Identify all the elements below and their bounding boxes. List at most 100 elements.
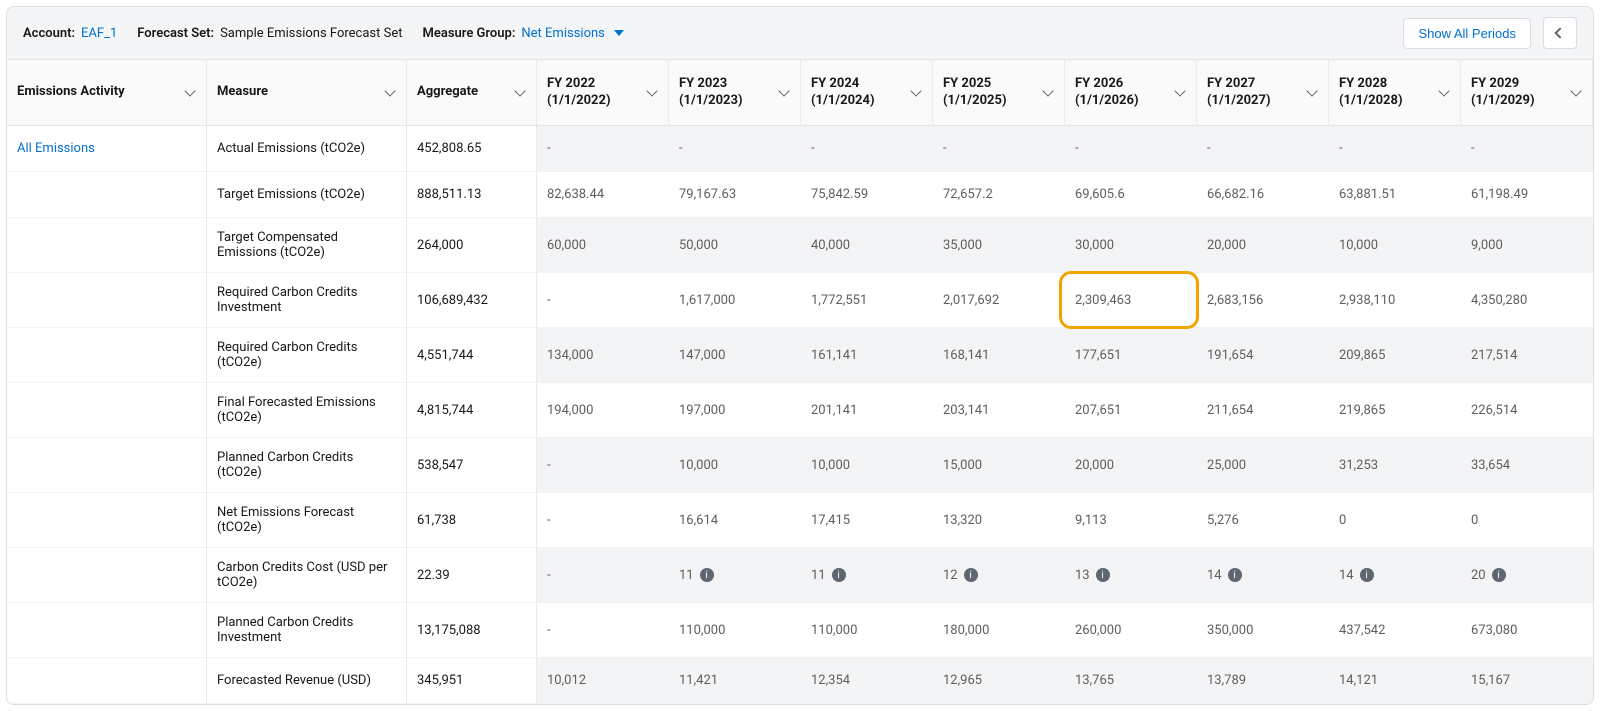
data-cell[interactable]: 161,141 <box>801 328 933 383</box>
data-cell[interactable]: - <box>933 126 1065 172</box>
data-cell[interactable]: - <box>1197 126 1329 172</box>
header-aggregate[interactable]: Aggregate <box>407 60 537 126</box>
data-cell[interactable]: 66,682.16 <box>1197 172 1329 218</box>
data-cell[interactable]: 50,000 <box>669 218 801 273</box>
data-cell[interactable]: 12i <box>933 548 1065 603</box>
data-cell[interactable]: 350,000 <box>1197 603 1329 658</box>
data-cell[interactable]: 14i <box>1197 548 1329 603</box>
data-cell[interactable]: 79,167.63 <box>669 172 801 218</box>
header-period-5[interactable]: FY 2027 (1/1/2027) <box>1197 60 1329 126</box>
data-cell[interactable]: 5,276 <box>1197 493 1329 548</box>
data-cell[interactable]: 17,415 <box>801 493 933 548</box>
data-cell[interactable]: 31,253 <box>1329 438 1461 493</box>
data-cell[interactable]: - <box>537 126 669 172</box>
chevron-down-icon[interactable] <box>1306 85 1317 96</box>
data-cell[interactable]: 191,654 <box>1197 328 1329 383</box>
data-cell[interactable]: 177,651 <box>1065 328 1197 383</box>
info-icon[interactable]: i <box>700 568 714 582</box>
data-cell[interactable]: 11,421 <box>669 658 801 704</box>
data-cell[interactable]: 14,121 <box>1329 658 1461 704</box>
header-period-7[interactable]: FY 2029 (1/1/2029) <box>1461 60 1593 126</box>
data-cell[interactable]: 2,938,110 <box>1329 273 1461 328</box>
data-cell[interactable]: 13,789 <box>1197 658 1329 704</box>
data-cell[interactable]: 20,000 <box>1197 218 1329 273</box>
data-cell[interactable]: 75,842.59 <box>801 172 933 218</box>
chevron-down-icon[interactable] <box>514 85 525 96</box>
data-cell[interactable]: 207,651 <box>1065 383 1197 438</box>
data-cell[interactable]: 2,683,156 <box>1197 273 1329 328</box>
info-icon[interactable]: i <box>1228 568 1242 582</box>
data-cell[interactable]: 197,000 <box>669 383 801 438</box>
data-cell[interactable]: 147,000 <box>669 328 801 383</box>
data-cell[interactable]: 260,000 <box>1065 603 1197 658</box>
data-cell[interactable]: 4,350,280 <box>1461 273 1593 328</box>
data-cell[interactable]: 82,638.44 <box>537 172 669 218</box>
data-cell[interactable]: - <box>801 126 933 172</box>
header-period-3[interactable]: FY 2025 (1/1/2025) <box>933 60 1065 126</box>
data-cell[interactable]: 0 <box>1461 493 1593 548</box>
data-cell[interactable]: 110,000 <box>801 603 933 658</box>
data-cell[interactable]: 60,000 <box>537 218 669 273</box>
data-cell[interactable]: 180,000 <box>933 603 1065 658</box>
data-cell[interactable]: 13i <box>1065 548 1197 603</box>
data-cell[interactable]: 20i <box>1461 548 1593 603</box>
info-icon[interactable]: i <box>1492 568 1506 582</box>
data-cell[interactable]: 203,141 <box>933 383 1065 438</box>
data-cell[interactable]: 72,657.2 <box>933 172 1065 218</box>
data-cell[interactable]: 16,614 <box>669 493 801 548</box>
data-cell[interactable]: 209,865 <box>1329 328 1461 383</box>
data-cell[interactable]: 61,198.49 <box>1461 172 1593 218</box>
data-cell[interactable]: 10,000 <box>801 438 933 493</box>
data-cell[interactable]: - <box>1461 126 1593 172</box>
data-cell[interactable]: 12,354 <box>801 658 933 704</box>
data-cell[interactable]: 20,000 <box>1065 438 1197 493</box>
measure-group-dropdown[interactable]: Net Emissions <box>521 26 624 41</box>
data-cell[interactable]: - <box>1329 126 1461 172</box>
header-period-4[interactable]: FY 2026 (1/1/2026) <box>1065 60 1197 126</box>
data-cell[interactable]: 30,000 <box>1065 218 1197 273</box>
data-cell[interactable]: 201,141 <box>801 383 933 438</box>
data-cell[interactable]: 211,654 <box>1197 383 1329 438</box>
data-cell[interactable]: - <box>1065 126 1197 172</box>
data-cell[interactable]: 194,000 <box>537 383 669 438</box>
data-cell[interactable]: 134,000 <box>537 328 669 383</box>
data-cell[interactable]: 15,167 <box>1461 658 1593 704</box>
data-cell[interactable]: 437,542 <box>1329 603 1461 658</box>
data-cell[interactable]: 11i <box>669 548 801 603</box>
data-cell[interactable]: 10,000 <box>669 438 801 493</box>
chevron-down-icon[interactable] <box>1174 85 1185 96</box>
data-cell[interactable]: 10,012 <box>537 658 669 704</box>
collapse-button[interactable] <box>1543 17 1577 49</box>
group-all-emissions[interactable]: All Emissions <box>17 141 95 156</box>
header-measure[interactable]: Measure <box>207 60 407 126</box>
header-period-6[interactable]: FY 2028 (1/1/2028) <box>1329 60 1461 126</box>
data-cell[interactable]: 40,000 <box>801 218 933 273</box>
data-cell[interactable]: 217,514 <box>1461 328 1593 383</box>
chevron-down-icon[interactable] <box>184 85 195 96</box>
info-icon[interactable]: i <box>1096 568 1110 582</box>
data-cell[interactable]: 2,309,463 <box>1065 273 1197 328</box>
data-cell[interactable]: - <box>537 493 669 548</box>
info-icon[interactable]: i <box>832 568 846 582</box>
info-icon[interactable]: i <box>964 568 978 582</box>
chevron-down-icon[interactable] <box>1570 85 1581 96</box>
data-cell[interactable]: 13,320 <box>933 493 1065 548</box>
data-cell[interactable]: - <box>537 603 669 658</box>
info-icon[interactable]: i <box>1360 568 1374 582</box>
show-all-periods-button[interactable]: Show All Periods <box>1403 18 1531 49</box>
data-cell[interactable]: 69,605.6 <box>1065 172 1197 218</box>
data-cell[interactable]: 25,000 <box>1197 438 1329 493</box>
chevron-down-icon[interactable] <box>646 85 657 96</box>
data-cell[interactable]: 9,113 <box>1065 493 1197 548</box>
chevron-down-icon[interactable] <box>1438 85 1449 96</box>
data-cell[interactable]: 33,654 <box>1461 438 1593 493</box>
data-cell[interactable]: 1,772,551 <box>801 273 933 328</box>
data-cell[interactable]: 0 <box>1329 493 1461 548</box>
data-cell[interactable]: 63,881.51 <box>1329 172 1461 218</box>
data-cell[interactable]: - <box>669 126 801 172</box>
data-cell[interactable]: 11i <box>801 548 933 603</box>
chevron-down-icon[interactable] <box>1042 85 1053 96</box>
header-period-0[interactable]: FY 2022 (1/1/2022) <box>537 60 669 126</box>
data-cell[interactable]: 673,080 <box>1461 603 1593 658</box>
data-cell[interactable]: 12,965 <box>933 658 1065 704</box>
